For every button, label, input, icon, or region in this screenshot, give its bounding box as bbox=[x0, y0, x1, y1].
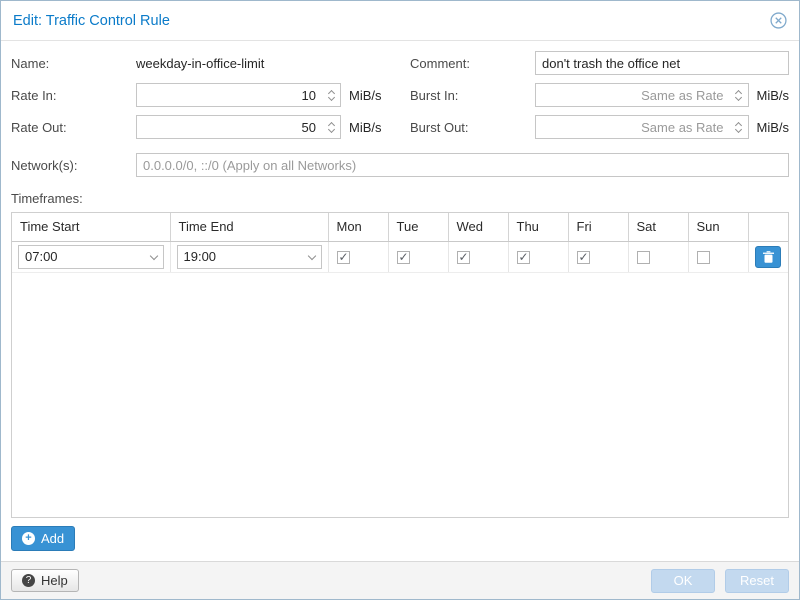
burst-in-field bbox=[535, 83, 749, 107]
time-start-input[interactable] bbox=[19, 249, 145, 264]
burst-in-input[interactable] bbox=[535, 83, 749, 107]
dialog-body: Name: weekday-in-office-limit Comment: R… bbox=[1, 41, 799, 561]
dialog-footer: ? Help OK Reset bbox=[1, 561, 799, 599]
help-button[interactable]: ? Help bbox=[11, 569, 79, 592]
checkbox-sun[interactable] bbox=[697, 251, 710, 264]
burst-in-unit: MiB/s bbox=[757, 88, 790, 103]
col-header-wed[interactable]: Wed bbox=[448, 213, 508, 241]
checkbox-thu[interactable] bbox=[517, 251, 530, 264]
rate-out-label: Rate Out: bbox=[11, 120, 136, 135]
checkbox-sat[interactable] bbox=[637, 251, 650, 264]
time-end-combo[interactable] bbox=[177, 245, 322, 269]
col-header-time-start[interactable]: Time Start bbox=[12, 213, 170, 241]
trash-icon bbox=[763, 251, 774, 263]
close-icon[interactable] bbox=[770, 12, 787, 29]
dialog-header[interactable]: Edit: Traffic Control Rule bbox=[1, 1, 799, 41]
col-header-time-end[interactable]: Time End bbox=[170, 213, 328, 241]
chevron-down-icon[interactable] bbox=[145, 246, 163, 268]
plus-circle-icon: + bbox=[22, 532, 35, 545]
comment-input[interactable] bbox=[535, 51, 789, 75]
chevron-down-icon[interactable] bbox=[303, 246, 321, 268]
add-button-label: Add bbox=[41, 531, 64, 546]
col-header-actions bbox=[748, 213, 788, 241]
ok-button[interactable]: OK bbox=[651, 569, 715, 593]
help-button-label: Help bbox=[41, 573, 68, 588]
delete-row-button[interactable] bbox=[755, 246, 781, 268]
rate-in-label: Rate In: bbox=[11, 88, 136, 103]
add-button[interactable]: + Add bbox=[11, 526, 75, 551]
burst-in-spinner bbox=[730, 84, 748, 106]
networks-label: Network(s): bbox=[11, 158, 136, 173]
col-header-sat[interactable]: Sat bbox=[628, 213, 688, 241]
time-end-input[interactable] bbox=[178, 249, 303, 264]
dialog-title: Edit: Traffic Control Rule bbox=[13, 13, 170, 29]
checkbox-wed[interactable] bbox=[457, 251, 470, 264]
col-header-fri[interactable]: Fri bbox=[568, 213, 628, 241]
time-start-combo[interactable] bbox=[18, 245, 164, 269]
burst-out-field bbox=[535, 115, 749, 139]
burst-out-input[interactable] bbox=[535, 115, 749, 139]
rate-out-spinner bbox=[322, 116, 340, 138]
col-header-thu[interactable]: Thu bbox=[508, 213, 568, 241]
burst-out-unit: MiB/s bbox=[757, 120, 790, 135]
col-header-tue[interactable]: Tue bbox=[388, 213, 448, 241]
rate-out-input[interactable] bbox=[136, 115, 341, 139]
question-circle-icon: ? bbox=[22, 574, 35, 587]
networks-input[interactable] bbox=[136, 153, 789, 177]
rate-in-field bbox=[136, 83, 341, 107]
comment-label: Comment: bbox=[410, 56, 535, 71]
checkbox-fri[interactable] bbox=[577, 251, 590, 264]
burst-out-spinner bbox=[730, 116, 748, 138]
rate-in-spinner bbox=[322, 84, 340, 106]
edit-traffic-control-dialog: Edit: Traffic Control Rule Name: weekday… bbox=[0, 0, 800, 600]
reset-button[interactable]: Reset bbox=[725, 569, 789, 593]
burst-out-label: Burst Out: bbox=[410, 120, 535, 135]
name-label: Name: bbox=[11, 56, 136, 71]
grid-header-row: Time Start Time End Mon Tue Wed Thu Fri … bbox=[12, 213, 788, 241]
col-header-sun[interactable]: Sun bbox=[688, 213, 748, 241]
rate-out-unit: MiB/s bbox=[349, 120, 382, 135]
checkbox-mon[interactable] bbox=[337, 251, 350, 264]
rate-in-unit: MiB/s bbox=[349, 88, 382, 103]
table-row bbox=[12, 241, 788, 272]
timeframes-label: Timeframes: bbox=[11, 191, 789, 206]
rate-out-field bbox=[136, 115, 341, 139]
checkbox-tue[interactable] bbox=[397, 251, 410, 264]
col-header-mon[interactable]: Mon bbox=[328, 213, 388, 241]
timeframes-grid: Time Start Time End Mon Tue Wed Thu Fri … bbox=[11, 212, 789, 518]
burst-in-label: Burst In: bbox=[410, 88, 535, 103]
name-value: weekday-in-office-limit bbox=[136, 56, 264, 71]
rate-in-input[interactable] bbox=[136, 83, 341, 107]
